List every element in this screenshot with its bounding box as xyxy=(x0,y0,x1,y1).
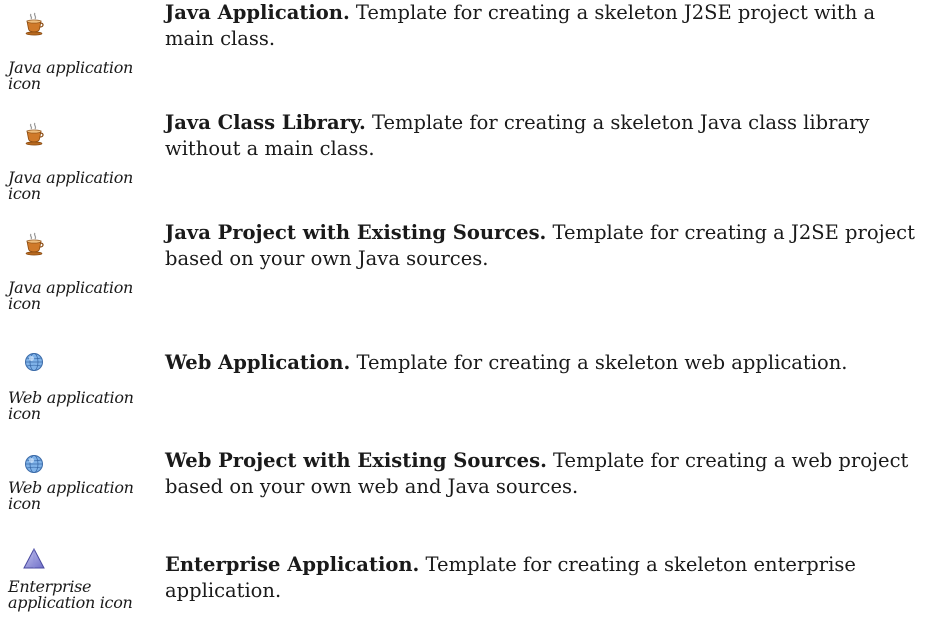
template-description: Enterprise Application. Template for cre… xyxy=(165,552,927,604)
template-description: Java Class Library. Template for creatin… xyxy=(165,110,927,162)
icon-caption: Web application icon xyxy=(8,388,134,423)
globe-icon xyxy=(22,452,46,476)
template-item-web-project-existing-sources: Web application icon Web Project with Ex… xyxy=(0,440,931,540)
template-description: Java Project with Existing Sources. Temp… xyxy=(165,220,927,272)
template-description: Web Project with Existing Sources. Templ… xyxy=(165,448,927,500)
template-item-java-project-existing-sources: Java application icon Java Project with … xyxy=(0,220,931,320)
icon-caption: Web application icon xyxy=(8,478,134,513)
template-title: Web Application. xyxy=(165,351,351,374)
java-cup-icon xyxy=(22,232,46,256)
icon-caption: Java application icon xyxy=(8,278,134,313)
template-title: Java Application. xyxy=(165,1,350,24)
java-cup-icon xyxy=(22,12,46,36)
template-title: Enterprise Application. xyxy=(165,553,420,576)
java-cup-icon xyxy=(22,122,46,146)
template-title: Java Class Library. xyxy=(165,111,366,134)
template-text: Template for creating a skeleton web app… xyxy=(350,351,848,374)
template-item-web-application: Web application icon Web Application. Te… xyxy=(0,330,931,430)
template-title: Web Project with Existing Sources. xyxy=(165,449,547,472)
template-item-enterprise-application: Enterprise application icon Enterprise A… xyxy=(0,535,931,635)
template-item-java-class-library: Java application icon Java Class Library… xyxy=(0,110,931,210)
icon-caption: Java application icon xyxy=(8,168,134,203)
icon-caption: Enterprise application icon xyxy=(8,577,133,612)
template-description: Java Application. Template for creating … xyxy=(165,0,927,52)
icon-caption: Java application icon xyxy=(8,58,134,93)
globe-icon xyxy=(22,350,46,374)
triangle-icon xyxy=(22,547,46,571)
template-item-java-application: Java application icon Java Application. … xyxy=(0,0,931,100)
template-title: Java Project with Existing Sources. xyxy=(165,221,547,244)
template-description: Web Application. Template for creating a… xyxy=(165,350,927,376)
